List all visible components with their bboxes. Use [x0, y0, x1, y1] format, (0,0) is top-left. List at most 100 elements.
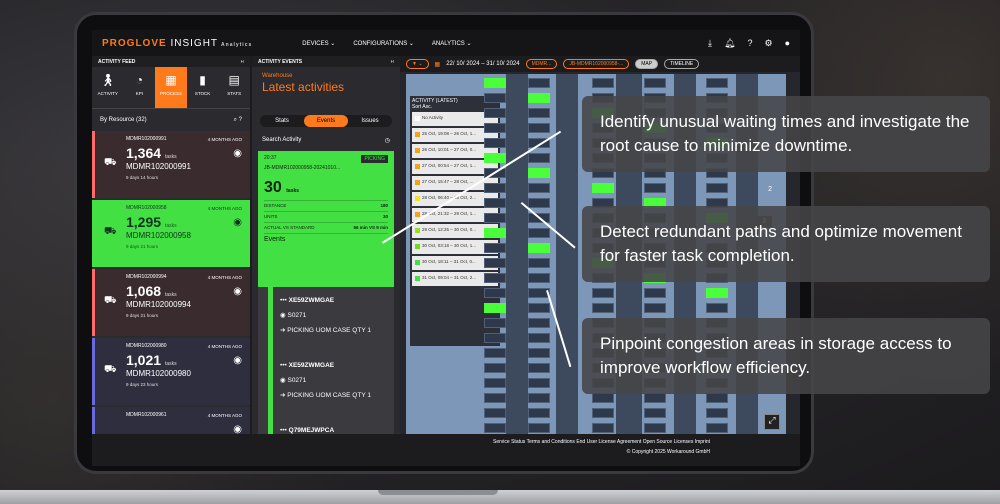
storage-bin — [528, 108, 550, 118]
timeline-button[interactable]: TIMELINE — [664, 59, 700, 69]
callout-paths: Detect redundant paths and optimize move… — [582, 206, 990, 282]
process-icon: ▦ — [165, 73, 177, 87]
storage-bin — [528, 393, 550, 403]
tab-kpi[interactable]: ◔ KPI — [124, 67, 156, 108]
resource-card[interactable]: ⛟ MDMR102000980 4 MONTHS AGO ◉ 1,021 tasks MD… — [92, 338, 250, 405]
storage-bin — [644, 183, 666, 193]
filter-button[interactable]: ▼ ⌄ — [406, 59, 429, 69]
storage-bin — [484, 348, 506, 358]
storage-bin — [528, 363, 550, 373]
storage-bin — [528, 123, 550, 133]
tab-stats[interactable]: ▤ STATS — [218, 67, 250, 108]
search-activity[interactable]: Search Activity ◷ — [252, 131, 400, 149]
storage-bin — [706, 408, 728, 418]
events-label[interactable]: Events — [264, 236, 285, 243]
storage-bin — [484, 363, 506, 373]
menu-devices[interactable]: DEVICES ⌄ — [302, 40, 335, 47]
activity-feed-panel: ACTIVITY FEED ›‹ 🚶︎ ACTIVITY ◔ KPI ▦ PROCESS… — [92, 56, 250, 466]
resource-card[interactable]: ⛟ MDMR102000991 4 MONTHS AGO ◉ 1,364 tasks MD… — [92, 131, 250, 198]
storage-bin — [528, 228, 550, 238]
forklift-icon: ⛟ — [104, 226, 117, 237]
storage-bin — [484, 198, 506, 208]
event-item[interactable]: ••• XE59ZWMGAE ◉ S0271 ➔ PICKING UOM CASE … — [280, 362, 390, 399]
resource-card[interactable]: ⛟ MDMR102000994 4 MONTHS AGO ◉ 1,068 tasks MD… — [92, 269, 250, 336]
copyright: © Copyright 2025 Workaround GmbH — [626, 449, 710, 455]
event-item[interactable]: ••• XE59ZWMGAE ◉ S0271 ➔ PICKING UOM CASE … — [280, 297, 390, 334]
storage-bin — [484, 213, 506, 223]
account-icon[interactable]: ● — [785, 38, 790, 49]
storage-bin — [528, 258, 550, 268]
storage-bin — [484, 378, 506, 388]
forklift-icon: ⛟ — [104, 364, 117, 375]
storage-bin — [484, 333, 506, 343]
callout-congestion: Pinpoint congestion areas in storage acc… — [582, 318, 990, 394]
storage-bin — [644, 288, 666, 298]
aisle — [556, 74, 578, 436]
callout-waiting: Identify unusual waiting times and inves… — [582, 96, 990, 172]
storage-bin — [706, 303, 728, 313]
seg-issues[interactable]: Issues — [348, 115, 392, 127]
stats-icon: ▤ — [228, 73, 240, 87]
storage-bin — [528, 273, 550, 283]
date-range[interactable]: 22/ 10/ 2024 – 31/ 10/ 2024 — [446, 61, 519, 67]
eye-icon[interactable]: ◉ — [233, 217, 242, 228]
storage-bin — [528, 183, 550, 193]
collapse-icon[interactable]: ›‹ — [241, 59, 244, 65]
storage-bin — [484, 138, 506, 148]
calendar-icon[interactable]: ▦ — [435, 61, 441, 68]
storage-bin — [706, 78, 728, 88]
zoom-number[interactable]: 2 — [768, 186, 772, 193]
job-pill[interactable]: JB-MDMR102000958-... — [563, 59, 630, 69]
status-stripe — [92, 269, 95, 336]
footer-links[interactable]: Service Status Terms and Conditions End … — [92, 437, 710, 447]
download-icon[interactable]: ⤓ — [708, 38, 712, 49]
menu-analytics[interactable]: ANALYTICS ⌄ — [432, 40, 472, 47]
seg-stats[interactable]: Stats — [260, 115, 304, 127]
event-item[interactable]: ••• Q79MEJWPCA — [280, 427, 390, 434]
storage-bin — [484, 318, 506, 328]
resource-card[interactable]: ⛟ MDMR102000958 4 MONTHS AGO ◉ 1,295 tasks MD… — [92, 200, 250, 267]
eye-icon[interactable]: ◉ — [233, 148, 242, 159]
storage-bin — [484, 93, 506, 103]
storage-bin — [528, 78, 550, 88]
status-stripe — [92, 338, 95, 405]
storage-bin — [484, 393, 506, 403]
tab-stock[interactable]: ▮ STOCK — [187, 67, 219, 108]
fullscreen-icon[interactable]: ⤢ — [764, 414, 780, 430]
warehouse-label: Warehouse — [262, 73, 293, 79]
map-button[interactable]: MAP — [635, 59, 659, 69]
activity-card[interactable]: 20:37 PICKING JB-MDMR102000958-20241010..… — [258, 151, 394, 287]
status-stripe — [92, 200, 95, 267]
clock-icon: ◷ — [384, 138, 390, 144]
storage-bin — [528, 153, 550, 163]
eye-icon[interactable]: ◉ — [233, 355, 242, 366]
storage-bin — [644, 78, 666, 88]
storage-bin — [592, 408, 614, 418]
storage-bin — [706, 183, 728, 193]
tab-activity[interactable]: 🚶︎ ACTIVITY — [92, 67, 124, 108]
storage-bin — [484, 183, 506, 193]
laptop-base — [0, 490, 1000, 504]
brand-logo[interactable]: PROGLOVE INSIGHT Analytics — [102, 38, 252, 49]
top-bar: PROGLOVE INSIGHT Analytics DEVICES ⌄ CONF… — [92, 30, 800, 56]
storage-bin — [592, 393, 614, 403]
feed-tabs: 🚶︎ ACTIVITY ◔ KPI ▦ PROCESS ▮ STOCK ▤ STATS — [92, 67, 250, 109]
gear-icon[interactable]: ⚙ — [764, 38, 772, 49]
storage-bin — [528, 303, 550, 313]
storage-bin — [644, 408, 666, 418]
storage-bin — [644, 303, 666, 313]
tab-process[interactable]: ▦ PROCESS — [155, 67, 187, 108]
collapse-icon[interactable]: ›‹ — [391, 59, 394, 65]
storage-bin — [592, 183, 614, 193]
seg-events[interactable]: Events — [304, 115, 348, 127]
resource-pill[interactable]: MDMR... — [525, 59, 558, 69]
bell-icon[interactable]: 🔔︎ — [724, 38, 735, 49]
eye-icon[interactable]: ◉ — [233, 286, 242, 297]
storage-bin — [528, 333, 550, 343]
storage-bin — [528, 198, 550, 208]
walk-icon: 🚶︎ — [100, 73, 116, 87]
storage-bin — [528, 423, 550, 433]
help-icon[interactable]: ? — [747, 38, 752, 49]
menu-configurations[interactable]: CONFIGURATIONS ⌄ — [353, 40, 414, 47]
search-icon[interactable]: ⌕ ? — [234, 117, 242, 124]
